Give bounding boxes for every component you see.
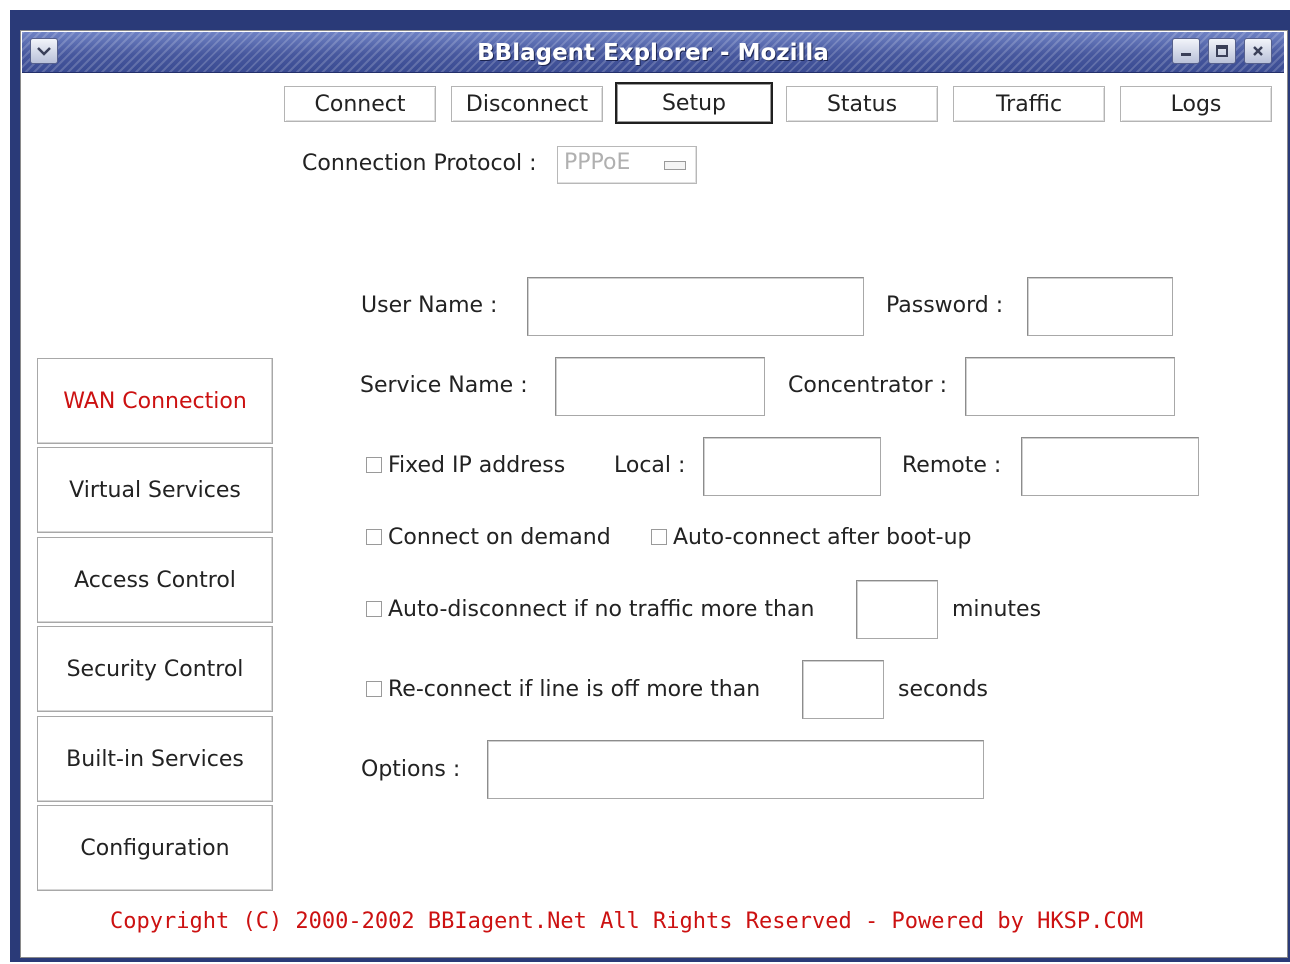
user-name-input[interactable] xyxy=(527,277,864,336)
tab-traffic[interactable]: Traffic xyxy=(953,86,1105,122)
connect-on-demand-label: Connect on demand xyxy=(388,525,611,550)
auto-connect-label: Auto-connect after boot-up xyxy=(673,525,972,550)
close-icon[interactable] xyxy=(1244,38,1272,64)
sidebar-item-configuration[interactable]: Configuration xyxy=(37,805,273,891)
concentrator-input[interactable] xyxy=(965,357,1175,416)
auto-disconnect-checkbox[interactable] xyxy=(366,601,382,617)
concentrator-label: Concentrator : xyxy=(788,373,948,398)
service-name-label: Service Name : xyxy=(360,373,528,398)
local-ip-input[interactable] xyxy=(703,437,881,496)
sidebar-item-security-control[interactable]: Security Control xyxy=(37,626,273,712)
connection-protocol-select[interactable]: PPPoE xyxy=(557,146,697,184)
connection-protocol-label: Connection Protocol : xyxy=(302,151,537,176)
dropdown-indicator-icon xyxy=(664,161,686,170)
title-bar[interactable]: BBlagent Explorer - Mozilla xyxy=(22,32,1284,73)
maximize-icon[interactable] xyxy=(1208,38,1236,64)
local-label: Local : xyxy=(614,453,686,478)
service-name-input[interactable] xyxy=(555,357,765,416)
auto-connect-checkbox[interactable] xyxy=(651,529,667,545)
auto-disconnect-label: Auto-disconnect if no traffic more than xyxy=(388,597,815,622)
tab-status[interactable]: Status xyxy=(786,86,938,122)
sidebar-item-access-control[interactable]: Access Control xyxy=(37,537,273,623)
seconds-label: seconds xyxy=(898,677,988,702)
tab-disconnect[interactable]: Disconnect xyxy=(451,86,603,122)
reconnect-seconds-input[interactable] xyxy=(802,660,884,719)
auto-disconnect-minutes-input[interactable] xyxy=(856,580,938,639)
connection-protocol-value: PPPoE xyxy=(564,150,631,175)
tab-setup[interactable]: Setup xyxy=(615,82,773,124)
sidebar-item-virtual-services[interactable]: Virtual Services xyxy=(37,447,273,533)
connect-on-demand-checkbox[interactable] xyxy=(366,529,382,545)
user-name-label: User Name : xyxy=(361,293,498,318)
tab-connect[interactable]: Connect xyxy=(284,86,436,122)
reconnect-label: Re-connect if line is off more than xyxy=(388,677,761,702)
options-label: Options : xyxy=(361,757,461,782)
remote-ip-input[interactable] xyxy=(1021,437,1199,496)
window-title: BBlagent Explorer - Mozilla xyxy=(477,40,829,66)
remote-label: Remote : xyxy=(902,453,1002,478)
minimize-icon[interactable] xyxy=(1172,38,1200,64)
options-input[interactable] xyxy=(487,740,984,799)
minutes-label: minutes xyxy=(952,597,1042,622)
fixed-ip-label: Fixed IP address xyxy=(388,453,566,478)
sidebar-item-wan-connection[interactable]: WAN Connection xyxy=(37,358,273,444)
password-input[interactable] xyxy=(1027,277,1173,336)
tab-logs[interactable]: Logs xyxy=(1120,86,1272,122)
sidebar-item-built-in-services[interactable]: Built-in Services xyxy=(37,716,273,802)
password-label: Password : xyxy=(886,293,1004,318)
fixed-ip-checkbox[interactable] xyxy=(366,457,382,473)
reconnect-checkbox[interactable] xyxy=(366,681,382,697)
copyright-footer: Copyright (C) 2000-2002 BBIagent.Net All… xyxy=(110,909,1144,934)
